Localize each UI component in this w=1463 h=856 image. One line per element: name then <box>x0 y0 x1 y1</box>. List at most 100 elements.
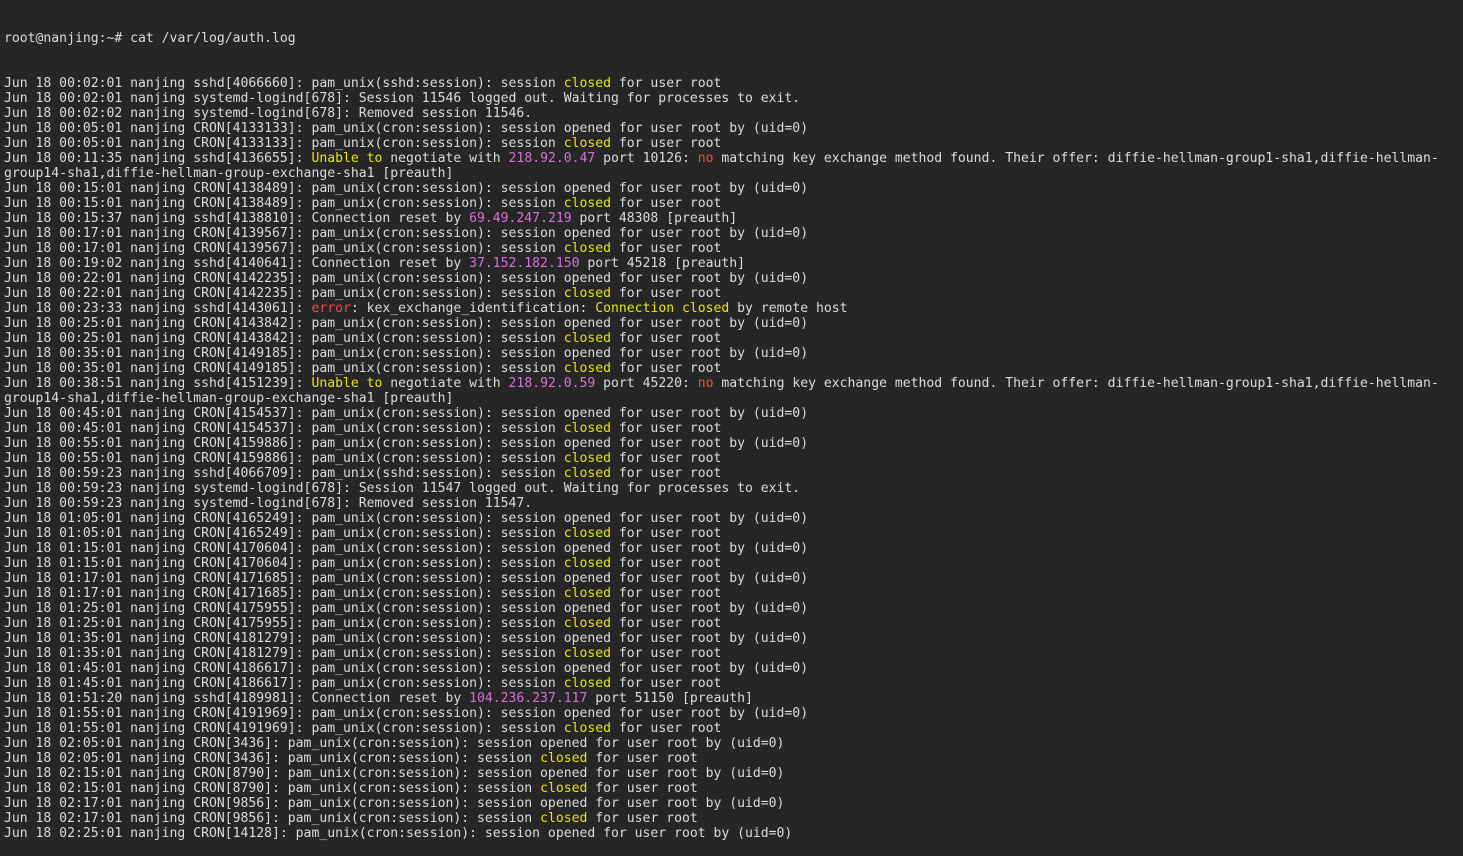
log-line: Jun 18 00:02:01 nanjing systemd-logind[6… <box>4 91 1460 106</box>
log-text: Jun 18 02:05:01 nanjing CRON[3436]: pam_… <box>4 736 785 751</box>
log-text: for user root <box>611 451 722 466</box>
log-line: Jun 18 02:17:01 nanjing CRON[9856]: pam_… <box>4 796 1460 811</box>
closed-keyword: closed <box>563 331 612 346</box>
log-line: Jun 18 02:15:01 nanjing CRON[8790]: pam_… <box>4 781 1460 796</box>
log-text: group14-sha1,diffie-hellman-group-exchan… <box>4 166 454 181</box>
log-line: Jun 18 00:45:01 nanjing CRON[4154537]: p… <box>4 406 1460 421</box>
log-text: Jun 18 01:05:01 nanjing CRON[4165249]: p… <box>4 511 809 526</box>
log-text: port 10126: <box>595 151 698 166</box>
log-line: group14-sha1,diffie-hellman-group-exchan… <box>4 391 1460 406</box>
closed-keyword: closed <box>563 721 612 736</box>
warning-text: Unable to <box>311 376 383 391</box>
log-text: for user root <box>611 196 722 211</box>
closed-keyword: closed <box>563 361 612 376</box>
closed-keyword: closed <box>563 196 612 211</box>
closed-keyword: closed <box>563 451 612 466</box>
warning-text: Unable to <box>311 151 383 166</box>
log-line: Jun 18 01:35:01 nanjing CRON[4181279]: p… <box>4 631 1460 646</box>
log-text: for user root <box>611 616 722 631</box>
log-line: Jun 18 00:55:01 nanjing CRON[4159886]: p… <box>4 451 1460 466</box>
log-text: Jun 18 02:17:01 nanjing CRON[9856]: pam_… <box>4 796 785 811</box>
log-text: Jun 18 02:17:01 nanjing CRON[9856]: pam_… <box>4 811 541 826</box>
command-text: cat /var/log/auth.log <box>130 31 296 46</box>
log-line: Jun 18 01:25:01 nanjing CRON[4175955]: p… <box>4 616 1460 631</box>
log-line: Jun 18 00:05:01 nanjing CRON[4133133]: p… <box>4 136 1460 151</box>
log-line: Jun 18 01:25:01 nanjing CRON[4175955]: p… <box>4 601 1460 616</box>
log-text: Jun 18 00:59:23 nanjing sshd[4066709]: p… <box>4 466 564 481</box>
log-line: Jun 18 02:15:01 nanjing CRON[8790]: pam_… <box>4 766 1460 781</box>
log-text: Jun 18 01:45:01 nanjing CRON[4186617]: p… <box>4 661 809 676</box>
log-line: Jun 18 01:15:01 nanjing CRON[4170604]: p… <box>4 556 1460 571</box>
log-text: port 48308 [preauth] <box>571 211 738 226</box>
log-text: Jun 18 02:25:01 nanjing CRON[14128]: pam… <box>4 826 793 841</box>
log-text: Jun 18 01:55:01 nanjing CRON[4191969]: p… <box>4 721 564 736</box>
log-line: Jun 18 00:11:35 nanjing sshd[4136655]: U… <box>4 151 1460 166</box>
log-text: for user root <box>611 721 722 736</box>
log-line: Jun 18 00:15:01 nanjing CRON[4138489]: p… <box>4 181 1460 196</box>
log-text: for user root <box>611 361 722 376</box>
log-line: Jun 18 01:45:01 nanjing CRON[4186617]: p… <box>4 661 1460 676</box>
log-line: Jun 18 00:55:01 nanjing CRON[4159886]: p… <box>4 436 1460 451</box>
closed-keyword: closed <box>563 76 612 91</box>
log-text: for user root <box>587 781 698 796</box>
log-line: Jun 18 00:59:23 nanjing sshd[4066709]: p… <box>4 466 1460 481</box>
log-line: Jun 18 00:22:01 nanjing CRON[4142235]: p… <box>4 271 1460 286</box>
log-text: for user root <box>611 421 722 436</box>
log-text: Jun 18 00:35:01 nanjing CRON[4149185]: p… <box>4 361 564 376</box>
log-text: port 45220: <box>595 376 698 391</box>
log-line: Jun 18 00:25:01 nanjing CRON[4143842]: p… <box>4 316 1460 331</box>
closed-keyword: closed <box>563 286 612 301</box>
log-text: Jun 18 01:35:01 nanjing CRON[4181279]: p… <box>4 646 564 661</box>
log-text: for user root <box>611 331 722 346</box>
log-text: Jun 18 01:55:01 nanjing CRON[4191969]: p… <box>4 706 809 721</box>
log-text: Jun 18 00:05:01 nanjing CRON[4133133]: p… <box>4 136 564 151</box>
closed-keyword: closed <box>563 556 612 571</box>
ip-address: 37.152.182.150 <box>469 256 580 271</box>
log-text: port 51150 [preauth] <box>587 691 753 706</box>
log-line: Jun 18 01:05:01 nanjing CRON[4165249]: p… <box>4 511 1460 526</box>
log-line: Jun 18 02:05:01 nanjing CRON[3436]: pam_… <box>4 736 1460 751</box>
log-text: Jun 18 00:22:01 nanjing CRON[4142235]: p… <box>4 271 809 286</box>
closed-keyword: closed <box>540 781 588 796</box>
log-line: Jun 18 02:17:01 nanjing CRON[9856]: pam_… <box>4 811 1460 826</box>
log-text: negotiate with <box>382 151 509 166</box>
closed-keyword: closed <box>540 751 588 766</box>
log-line: Jun 18 00:59:23 nanjing systemd-logind[6… <box>4 481 1460 496</box>
log-text: Jun 18 00:59:23 nanjing systemd-logind[6… <box>4 481 801 496</box>
log-text: port 45218 [preauth] <box>579 256 746 271</box>
log-line: Jun 18 00:05:01 nanjing CRON[4133133]: p… <box>4 121 1460 136</box>
log-text: Jun 18 00:22:01 nanjing CRON[4142235]: p… <box>4 286 564 301</box>
log-text: for user root <box>611 241 722 256</box>
log-text: Jun 18 01:45:01 nanjing CRON[4186617]: p… <box>4 676 564 691</box>
closed-keyword: closed <box>563 466 612 481</box>
log-text: matching key exchange method found. Thei… <box>713 376 1439 391</box>
log-line: Jun 18 00:17:01 nanjing CRON[4139567]: p… <box>4 226 1460 241</box>
ip-address: 104.236.237.117 <box>469 691 588 706</box>
log-output: Jun 18 00:02:01 nanjing sshd[4066660]: p… <box>4 76 1460 841</box>
log-line: Jun 18 01:51:20 nanjing sshd[4189981]: C… <box>4 691 1460 706</box>
log-text: Jun 18 00:02:01 nanjing sshd[4066660]: p… <box>4 76 564 91</box>
log-line: Jun 18 01:05:01 nanjing CRON[4165249]: p… <box>4 526 1460 541</box>
log-text: Jun 18 01:15:01 nanjing CRON[4170604]: p… <box>4 541 809 556</box>
log-text: Jun 18 00:45:01 nanjing CRON[4154537]: p… <box>4 406 809 421</box>
log-text: Jun 18 01:17:01 nanjing CRON[4171685]: p… <box>4 571 809 586</box>
log-line: Jun 18 01:17:01 nanjing CRON[4171685]: p… <box>4 571 1460 586</box>
log-text: Jun 18 00:35:01 nanjing CRON[4149185]: p… <box>4 346 809 361</box>
log-line: Jun 18 00:25:01 nanjing CRON[4143842]: p… <box>4 331 1460 346</box>
log-text: Jun 18 00:02:02 nanjing systemd-logind[6… <box>4 106 533 121</box>
log-text: Jun 18 02:05:01 nanjing CRON[3436]: pam_… <box>4 751 541 766</box>
shell-prompt: root@nanjing:~# <box>4 31 131 46</box>
closed-keyword: closed <box>563 136 612 151</box>
log-line: Jun 18 00:15:37 nanjing sshd[4138810]: C… <box>4 211 1460 226</box>
closed-keyword: closed <box>563 526 612 541</box>
log-text: Jun 18 02:15:01 nanjing CRON[8790]: pam_… <box>4 766 785 781</box>
command-line: root@nanjing:~# cat /var/log/auth.log <box>4 31 1460 46</box>
log-text: Jun 18 00:15:01 nanjing CRON[4138489]: p… <box>4 196 564 211</box>
log-text: Jun 18 00:55:01 nanjing CRON[4159886]: p… <box>4 451 564 466</box>
log-line: Jun 18 00:17:01 nanjing CRON[4139567]: p… <box>4 241 1460 256</box>
log-text: Jun 18 02:15:01 nanjing CRON[8790]: pam_… <box>4 781 541 796</box>
log-line: Jun 18 00:15:01 nanjing CRON[4138489]: p… <box>4 196 1460 211</box>
closed-keyword: closed <box>563 421 612 436</box>
terminal-window[interactable]: root@nanjing:~# cat /var/log/auth.log Ju… <box>4 1 1460 856</box>
log-text: Jun 18 00:11:35 nanjing sshd[4136655]: <box>4 151 312 166</box>
